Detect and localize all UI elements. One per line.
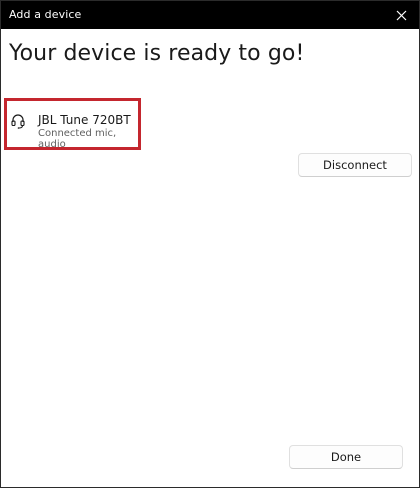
- page-title: Your device is ready to go!: [9, 41, 305, 66]
- close-button[interactable]: [387, 1, 415, 29]
- close-icon: [396, 10, 406, 20]
- device-item-jbl-tune-720bt[interactable]: JBL Tune 720BT Connected mic, audio: [4, 98, 141, 150]
- window-title: Add a device: [9, 8, 82, 21]
- title-bar: Add a device: [1, 1, 419, 29]
- device-name: JBL Tune 720BT: [38, 113, 131, 127]
- device-status: Connected mic, audio: [38, 128, 117, 150]
- done-button[interactable]: Done: [289, 445, 403, 469]
- disconnect-button[interactable]: Disconnect: [298, 153, 412, 177]
- headset-icon: [11, 114, 25, 129]
- add-device-dialog: Add a device Your device is ready to go!…: [0, 0, 420, 488]
